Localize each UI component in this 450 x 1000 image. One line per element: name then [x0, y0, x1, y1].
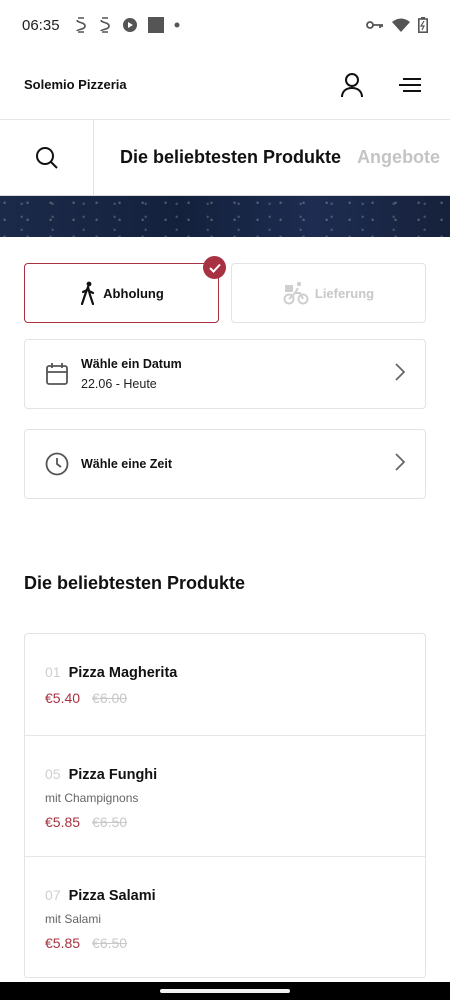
date-picker-title: Wähle ein Datum: [81, 357, 182, 371]
delivery-option[interactable]: Lieferung: [231, 263, 426, 323]
product-old-price: €6.00: [92, 690, 128, 706]
product-item[interactable]: 01 Pizza Magherita €5.40 €6.00: [25, 634, 425, 736]
delivery-label: Lieferung: [314, 285, 375, 301]
product-description: mit Salami: [45, 912, 102, 926]
section-title: Die beliebtesten Produkte: [24, 573, 246, 593]
status-time: 06:35: [22, 16, 60, 34]
status-bar: 06:35: [0, 0, 450, 50]
product-number: 01: [45, 664, 61, 680]
product-price: €5.85: [45, 814, 81, 830]
hero-banner: [0, 196, 450, 237]
category-tabs: Die beliebtesten Produkte Angebote: [0, 120, 450, 196]
check-icon: [208, 263, 221, 273]
tab-offers[interactable]: Angebote: [357, 147, 440, 168]
product-old-price: €6.50: [92, 814, 128, 830]
time-picker[interactable]: Wähle eine Zeit: [24, 429, 426, 499]
wifi-icon: [392, 18, 410, 32]
chevron-right-icon: [395, 362, 406, 386]
product-price: €5.40: [45, 690, 81, 706]
dot-icon: [174, 22, 180, 28]
clock-icon: [45, 452, 69, 476]
brand-title: Solemio Pizzeria: [24, 77, 127, 92]
product-number: 07: [45, 887, 61, 903]
date-picker[interactable]: Wähle ein Datum 22.06 - Heute: [24, 339, 426, 409]
pickup-label: Abholung: [103, 285, 164, 301]
date-picker-value: 22.06 - Heute: [81, 377, 157, 391]
product-description: mit Champignons: [45, 791, 139, 805]
menu-button[interactable]: [394, 69, 426, 101]
pickup-option[interactable]: Abholung: [24, 256, 226, 323]
tab-popular-products[interactable]: Die beliebtesten Produkte: [120, 147, 341, 168]
product-list: 01 Pizza Magherita €5.40 €6.00 05 Pizza …: [24, 633, 426, 978]
menu-icon: [399, 77, 421, 92]
square-icon: [147, 17, 164, 33]
home-gesture-handle[interactable]: [160, 989, 290, 993]
order-mode-selector: Abholung Lieferung: [24, 256, 426, 323]
product-name: Pizza Funghi: [68, 767, 158, 783]
search-button[interactable]: [0, 120, 94, 195]
system-nav-bar: [0, 982, 450, 1000]
walk-icon: [81, 281, 95, 305]
media-icon: [122, 17, 138, 33]
battery-icon: [418, 17, 428, 33]
product-name: Pizza Salami: [68, 888, 156, 904]
product-number: 05: [45, 766, 61, 782]
calendar-icon: [45, 362, 69, 386]
product-item[interactable]: 07 Pizza Salami mit Salami €5.85 €6.50: [25, 857, 425, 978]
account-button[interactable]: [336, 69, 368, 101]
app-header: Solemio Pizzeria: [0, 50, 450, 120]
time-picker-title: Wähle eine Zeit: [81, 457, 172, 471]
s-circle-icon: [74, 17, 88, 33]
search-icon: [35, 147, 58, 169]
product-item[interactable]: 05 Pizza Funghi mit Champignons €5.85 €6…: [25, 736, 425, 857]
product-old-price: €6.50: [92, 935, 128, 951]
product-name: Pizza Magherita: [68, 665, 178, 681]
bike-icon: [283, 281, 309, 305]
chevron-right-icon: [395, 452, 406, 476]
product-price: €5.85: [45, 935, 81, 951]
s-circle-icon: [98, 17, 112, 33]
key-icon: [366, 20, 384, 30]
selected-check-badge: [203, 256, 226, 279]
user-icon: [341, 72, 363, 97]
